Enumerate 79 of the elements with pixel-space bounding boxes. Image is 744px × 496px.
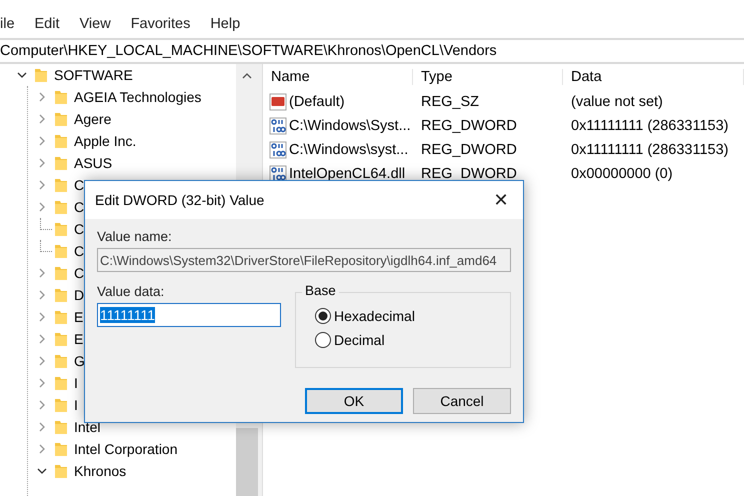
- value-name[interactable]: (Default): [289, 94, 345, 110]
- tree-item[interactable]: C: [74, 265, 84, 281]
- tree-item[interactable]: Khronos: [74, 463, 126, 479]
- value-type: REG_SZ: [420, 94, 480, 110]
- folder-icon: [54, 265, 68, 281]
- folder-icon: [54, 177, 68, 193]
- close-button[interactable]: ✕: [479, 181, 523, 219]
- menu-item[interactable]: Help: [200, 16, 250, 32]
- tree-item[interactable]: G: [74, 353, 85, 369]
- value-data: (value not set): [570, 94, 664, 110]
- value-type: REG_DWORD: [420, 142, 518, 158]
- menu-item[interactable]: Favorites: [120, 16, 200, 32]
- binary-value-icon: [269, 141, 287, 159]
- tree-item[interactable]: D: [74, 287, 84, 303]
- tree-item[interactable]: Apple Inc.: [74, 133, 136, 149]
- radio-button[interactable]: [314, 331, 332, 349]
- folder-icon: [54, 199, 68, 215]
- folder-icon: [54, 111, 68, 127]
- address-bar[interactable]: Computer\HKEY_LOCAL_MACHINE\SOFTWARE\Khronos\OpenCL\Vendors: [0, 43, 497, 59]
- scroll-up-icon[interactable]: [242, 72, 252, 80]
- tree-item[interactable]: C: [74, 177, 84, 193]
- folder-icon: [54, 463, 68, 479]
- tree-item[interactable]: C: [74, 243, 84, 259]
- column-header[interactable]: Type: [413, 69, 563, 85]
- folder-icon: [54, 441, 68, 457]
- folder-icon: [54, 419, 68, 435]
- string-value-icon: [269, 93, 287, 111]
- tree-item[interactable]: SOFTWARE: [54, 67, 133, 83]
- value-name-field[interactable]: C:\Windows\System32\DriverStore\FileRepository\igdlh64.inf_amd64: [97, 248, 511, 272]
- menu-item[interactable]: ile: [0, 16, 25, 32]
- folder-icon: [54, 133, 68, 149]
- dialog-button[interactable]: OK: [305, 388, 403, 414]
- value-name[interactable]: C:\Windows\Syst...: [289, 118, 411, 134]
- dialog-title: Edit DWORD (32-bit) Value: [95, 192, 264, 208]
- folder-icon: [54, 309, 68, 325]
- folder-icon: [54, 331, 68, 347]
- folder-icon: [54, 375, 68, 391]
- folder-icon: [54, 397, 68, 413]
- radio-button[interactable]: [314, 307, 332, 325]
- folder-icon: [54, 89, 68, 105]
- folder-icon: [54, 155, 68, 171]
- tree-item[interactable]: C: [74, 221, 84, 237]
- tree-item[interactable]: I: [74, 375, 78, 391]
- value-type: REG_DWORD: [420, 166, 518, 182]
- tree-item[interactable]: Intel Corporation: [74, 441, 178, 457]
- tree-line: [40, 240, 52, 252]
- folder-icon: [54, 243, 68, 259]
- value-data: 0x00000000 (0): [570, 166, 674, 182]
- binary-value-icon: [269, 117, 287, 135]
- menu-item[interactable]: Edit: [24, 16, 70, 32]
- value-data: 0x11111111 (286331153): [570, 118, 730, 134]
- value-name[interactable]: C:\Windows\syst...: [289, 142, 408, 158]
- folder-icon: [54, 353, 68, 369]
- column-header[interactable]: Data: [563, 69, 744, 85]
- folder-icon: [34, 67, 48, 83]
- tree-item[interactable]: Agere: [74, 111, 112, 127]
- scroll-thumb[interactable]: [236, 428, 258, 496]
- value-data: 0x11111111 (286331153): [570, 142, 730, 158]
- value-type: REG_DWORD: [420, 118, 518, 134]
- value-data-field[interactable]: 11111111: [97, 303, 281, 327]
- tree-item[interactable]: C: [74, 199, 84, 215]
- value-name[interactable]: IntelOpenCL64.dll: [289, 166, 406, 182]
- tree-item[interactable]: I: [74, 397, 78, 413]
- menu-item[interactable]: View: [70, 16, 121, 32]
- field-label: Value name:: [97, 229, 173, 244]
- tree-item[interactable]: ASUS: [74, 155, 112, 171]
- column-header[interactable]: Name: [263, 69, 413, 85]
- tree-item[interactable]: E: [74, 309, 84, 325]
- tree-item[interactable]: Intel: [74, 419, 100, 435]
- tree-item[interactable]: AGEIA Technologies: [74, 89, 202, 105]
- radio-label[interactable]: Hexadecimal: [334, 308, 415, 324]
- tree-item[interactable]: E: [74, 331, 84, 347]
- group-label: Base: [302, 283, 339, 298]
- folder-icon: [54, 221, 68, 237]
- folder-icon: [54, 287, 68, 303]
- dialog-button[interactable]: Cancel: [413, 388, 511, 414]
- radio-label[interactable]: Decimal: [334, 332, 385, 348]
- tree-line: [40, 218, 52, 230]
- field-label: Value data:: [97, 284, 166, 299]
